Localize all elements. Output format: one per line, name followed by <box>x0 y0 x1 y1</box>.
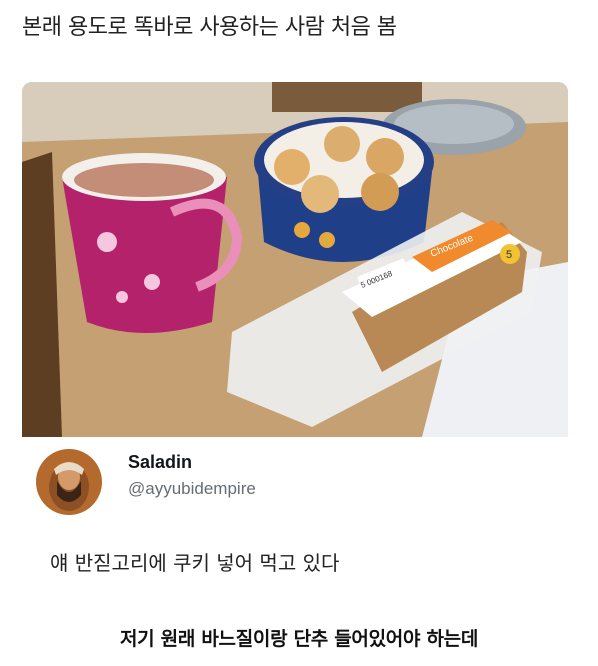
display-name[interactable]: Saladin <box>128 452 192 473</box>
svg-text:5: 5 <box>506 249 512 261</box>
avatar[interactable] <box>36 449 102 515</box>
bottom-caption: 저기 원래 바느질이랑 단추 들어있어야 하는데 <box>120 628 478 650</box>
tweet-body: Saladin @ayyubidempire 얘 반짇고리에 쿠키 넣어 먹고 … <box>22 437 568 600</box>
user-handle[interactable]: @ayyubidempire <box>128 479 256 499</box>
post-title: 본래 용도로 똑바로 사용하는 사람 처음 봄 <box>22 15 397 40</box>
tweet-text: 얘 반짇고리에 쿠키 넣어 먹고 있다 <box>50 551 340 575</box>
mug-illustration <box>62 153 243 333</box>
tweet-card[interactable]: Chocolate 5 000168 5 Saladin @ayyubidemp… <box>22 82 568 600</box>
post-photo: Chocolate 5 000168 5 <box>22 82 568 437</box>
cookie-tin <box>254 117 434 262</box>
